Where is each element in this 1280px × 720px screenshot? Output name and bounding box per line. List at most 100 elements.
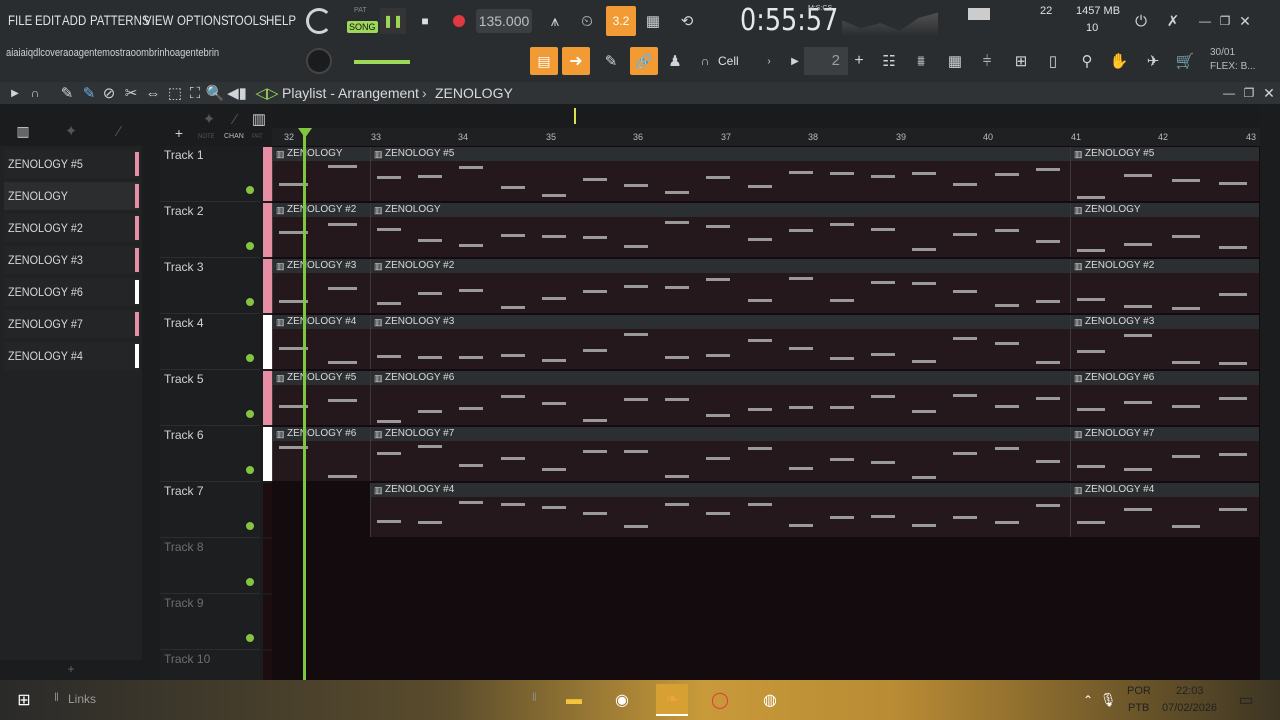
piano-roll-small-icon[interactable]: ▥ xyxy=(246,106,272,132)
note-tool-icon[interactable]: ✦ xyxy=(196,106,222,132)
playback-tool-icon[interactable]: ◀▮ xyxy=(224,80,250,106)
pattern-clip[interactable]: ZENOLOGY #4 xyxy=(1070,483,1259,537)
microphone-icon[interactable]: 🎙 xyxy=(1096,688,1120,712)
mode-pat[interactable]: PAT xyxy=(354,7,367,14)
time-ruler[interactable] xyxy=(272,128,1260,146)
project-icon[interactable]: ▯ xyxy=(1040,48,1066,74)
track-header-row[interactable]: Track 5 xyxy=(160,370,260,426)
track-header-row[interactable]: Track 1 xyxy=(160,146,260,202)
chevron-right-icon[interactable]: › xyxy=(756,48,782,74)
overview-bar[interactable] xyxy=(272,106,1260,126)
pattern-item[interactable]: ZENOLOGY #3 xyxy=(4,246,139,274)
snap-selector[interactable]: Cell xyxy=(718,54,739,68)
pattern-clip[interactable]: ZENOLOGY #7 xyxy=(370,427,1070,481)
add-track-icon[interactable]: + xyxy=(166,120,192,146)
track-header-row[interactable]: Track 8 xyxy=(160,538,260,594)
piano-roll-icon[interactable]: ⩩ xyxy=(908,48,934,74)
notifications-icon[interactable]: ▭ xyxy=(1234,688,1258,712)
menu-view[interactable]: VIEW xyxy=(144,12,173,28)
arrow-right-icon[interactable]: ➜ xyxy=(562,47,590,75)
playhead[interactable] xyxy=(303,128,306,680)
pattern-clip[interactable]: ZENOLOGY xyxy=(370,203,1070,257)
track-mute-led[interactable] xyxy=(246,634,254,642)
track-mute-led[interactable] xyxy=(246,522,254,530)
track-mute-led[interactable] xyxy=(246,242,254,250)
pattern-clip[interactable]: ZENOLOGY xyxy=(1070,203,1259,257)
track-mute-led[interactable] xyxy=(246,354,254,362)
mixer-window-icon[interactable]: ☷ xyxy=(876,48,902,74)
pattern-clip[interactable]: ZENOLOGY #3 xyxy=(370,315,1070,369)
menu-options[interactable]: OPTIONS xyxy=(177,12,229,28)
piano-icon[interactable]: ▥ xyxy=(10,118,36,144)
typing-keyboard-icon[interactable]: ⩚ xyxy=(542,8,568,34)
step-size-button[interactable]: 3.2 xyxy=(606,6,636,36)
dj-icon[interactable]: ✈ xyxy=(1140,48,1166,74)
obs-icon[interactable]: ◍ xyxy=(758,688,782,712)
audio-clip-icon[interactable]: ⁄ xyxy=(106,118,132,144)
track-header-row[interactable]: Track 7 xyxy=(160,482,260,538)
pattern-clip[interactable]: ZENOLOGY #3 xyxy=(272,259,370,313)
bell-icon[interactable]: ♟ xyxy=(662,48,688,74)
picker-add-icon[interactable]: + xyxy=(58,656,84,682)
taskbar-clock[interactable]: 22:03 xyxy=(1176,685,1204,697)
ruler-chan-label[interactable]: CHAN xyxy=(224,133,244,140)
track-mute-led[interactable] xyxy=(246,410,254,418)
pattern-clip[interactable]: ZENOLOGY xyxy=(272,147,370,201)
track-color-switch[interactable] xyxy=(263,427,272,481)
master-pitch-slider[interactable] xyxy=(354,60,410,64)
browser-icon[interactable]: ⊞ xyxy=(1008,48,1034,74)
pattern-clip[interactable]: ZENOLOGY #2 xyxy=(272,203,370,257)
add-pattern-icon[interactable]: + xyxy=(846,48,872,74)
ruler-pat-label[interactable]: PAT xyxy=(252,134,263,140)
pattern-clip[interactable]: ZENOLOGY #7 xyxy=(1070,427,1259,481)
opera-icon[interactable]: ◯ xyxy=(708,688,732,712)
master-volume-knob[interactable] xyxy=(306,48,332,74)
track-color-switch[interactable] xyxy=(263,539,272,593)
mixer-icon[interactable]: ⫩ xyxy=(974,48,1000,74)
playlist-button[interactable]: ▤ xyxy=(530,47,558,75)
pattern-clip[interactable]: ZENOLOGY #6 xyxy=(370,371,1070,425)
pattern-item[interactable]: ZENOLOGY #4 xyxy=(4,342,139,370)
brush-icon[interactable]: ✎ xyxy=(598,48,624,74)
track-header-row[interactable]: Track 9 xyxy=(160,594,260,650)
pen-tool-icon[interactable]: ⁄ xyxy=(222,106,248,132)
menu-edit[interactable]: EDIT xyxy=(35,12,61,28)
windows-start-icon[interactable]: ⊞ xyxy=(12,688,36,712)
track-mute-led[interactable] xyxy=(246,298,254,306)
pattern-clip[interactable]: ZENOLOGY #2 xyxy=(1070,259,1259,313)
link-icon[interactable]: 🔗 xyxy=(630,47,658,75)
pattern-item[interactable]: ZENOLOGY #7 xyxy=(4,310,139,338)
fl-logo-icon[interactable]: ✗ xyxy=(1160,8,1186,34)
steam-icon[interactable]: ◉ xyxy=(610,688,634,712)
pattern-clip[interactable]: ZENOLOGY #5 xyxy=(272,371,370,425)
track-color-switch[interactable] xyxy=(263,259,272,313)
keyboard-layout[interactable]: PTB xyxy=(1128,702,1149,714)
news-title[interactable]: FLEX: B... xyxy=(1210,61,1256,72)
ruler-note-label[interactable]: NOTE xyxy=(198,134,215,140)
tempo-tapper-icon[interactable]: ✋ xyxy=(1106,48,1132,74)
track-header-row[interactable]: Track 4 xyxy=(160,314,260,370)
track-color-switch[interactable] xyxy=(263,315,272,369)
pattern-item[interactable]: ZENOLOGY #6 xyxy=(4,278,139,306)
track-header-row[interactable]: Track 6 xyxy=(160,426,260,482)
track-header-row[interactable]: Track 2 xyxy=(160,202,260,258)
vertical-scrollbar[interactable] xyxy=(1264,146,1278,680)
magnet-icon[interactable]: ∩ xyxy=(692,48,718,74)
tempo-display[interactable]: 135.000 xyxy=(476,9,532,33)
track-color-switch[interactable] xyxy=(263,203,272,257)
pattern-mode-icon[interactable]: ▦ xyxy=(640,8,666,34)
track-header-row[interactable]: Track 3 xyxy=(160,258,260,314)
stop-button[interactable]: ■ xyxy=(412,8,438,34)
close-icon[interactable]: ✕ xyxy=(1232,8,1258,34)
pattern-item[interactable]: ZENOLOGY #2 xyxy=(4,214,139,242)
pattern-clip[interactable]: ZENOLOGY #4 xyxy=(272,315,370,369)
menu-add[interactable]: ADD xyxy=(62,12,86,28)
power-icon[interactable]: ⏻ xyxy=(1128,8,1154,34)
pattern-selector[interactable]: 2 xyxy=(804,47,848,75)
pattern-clip[interactable]: ZENOLOGY #6 xyxy=(272,427,370,481)
track-color-switch[interactable] xyxy=(263,595,272,649)
shop-icon[interactable]: 🛒 xyxy=(1172,48,1198,74)
taskbar-date[interactable]: 07/02/2026 xyxy=(1162,702,1217,714)
loop-record-icon[interactable]: ⟲ xyxy=(674,8,700,34)
playlist-close-icon[interactable]: ✕ xyxy=(1256,80,1280,106)
